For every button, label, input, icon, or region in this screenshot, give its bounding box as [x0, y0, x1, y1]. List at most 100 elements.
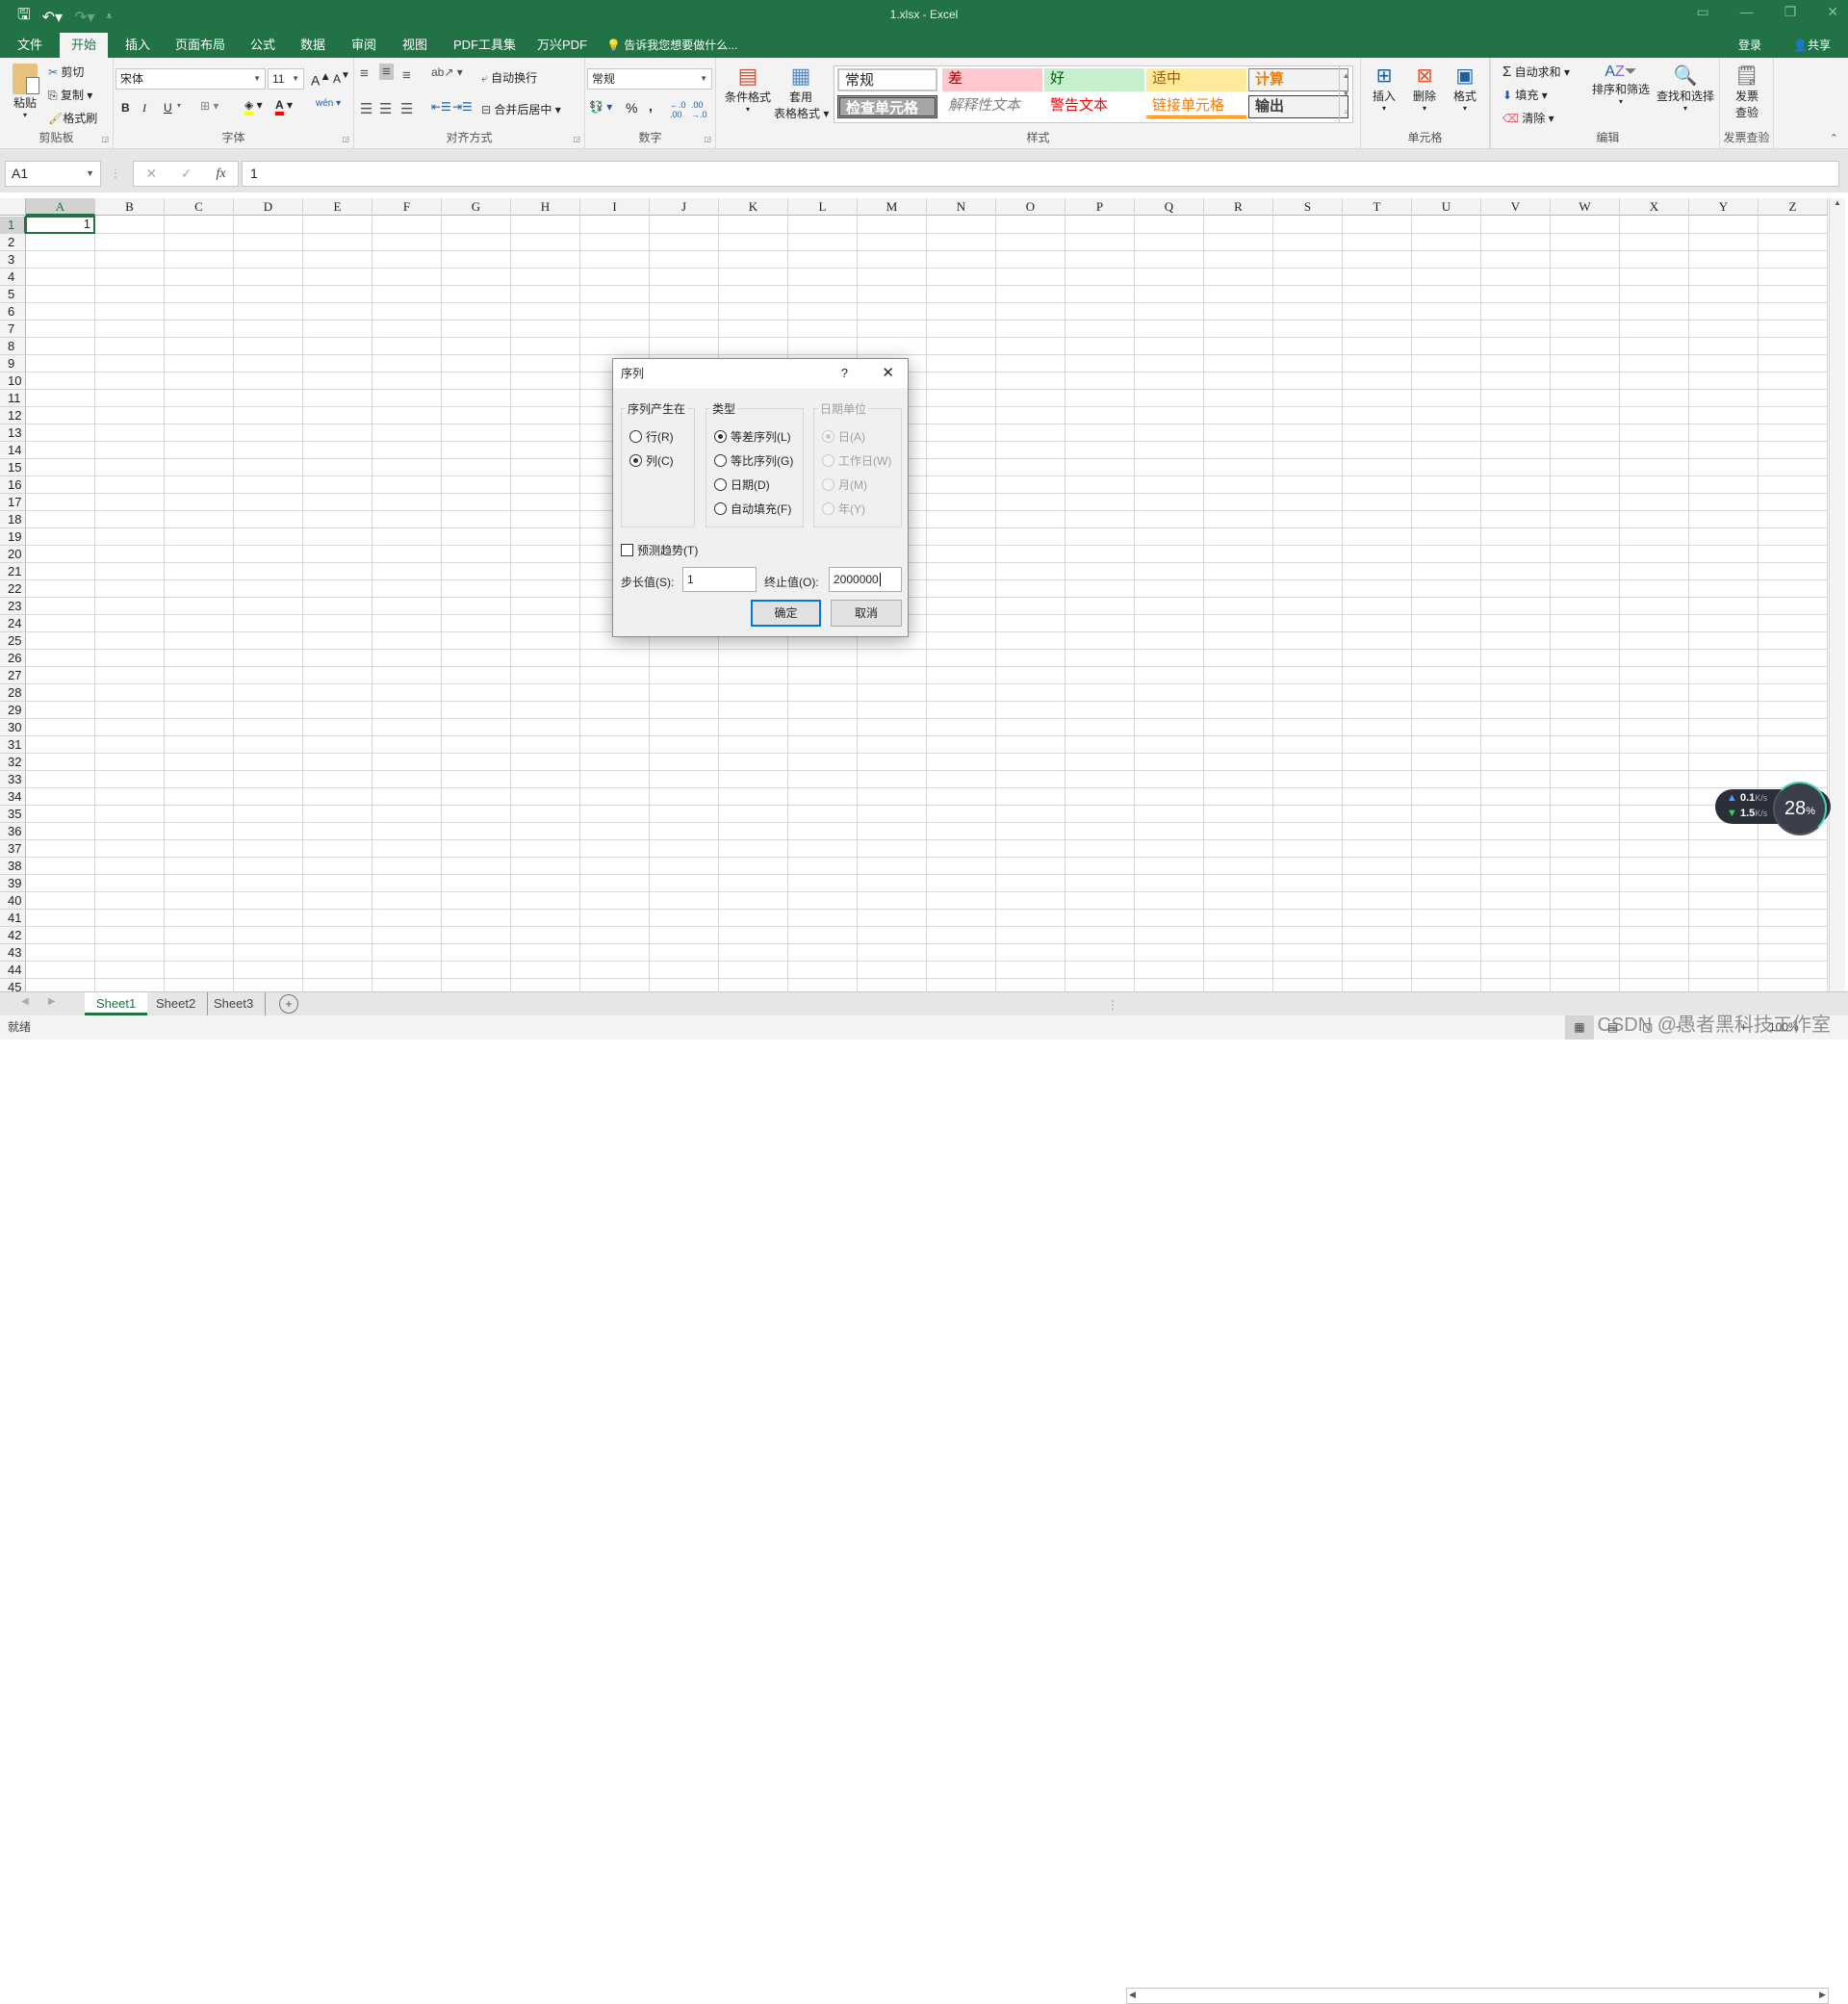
column-header-e[interactable]: E: [303, 198, 372, 216]
style-warning[interactable]: 警告文本: [1044, 95, 1144, 118]
sign-in-link[interactable]: 登录: [1738, 37, 1761, 53]
insert-function-icon[interactable]: fx: [216, 167, 225, 182]
phonetic-button[interactable]: wén ▾: [316, 98, 341, 109]
minimize-icon[interactable]: —: [1740, 4, 1754, 20]
collapse-ribbon-icon[interactable]: ⌃: [1830, 132, 1838, 144]
column-header-x[interactable]: X: [1620, 198, 1689, 216]
radio-month[interactable]: 月(M): [822, 476, 867, 493]
column-header-z[interactable]: Z: [1758, 198, 1828, 216]
format-painter-button[interactable]: 🖌格式刷: [48, 110, 97, 126]
column-header-b[interactable]: B: [95, 198, 165, 216]
column-header-h[interactable]: H: [511, 198, 580, 216]
row-header-32[interactable]: 32: [0, 754, 26, 771]
align-middle-button[interactable]: ≡: [379, 64, 394, 80]
scroll-tabs-right-icon[interactable]: ▶: [48, 996, 56, 1007]
row-header-43[interactable]: 43: [0, 944, 26, 962]
scroll-up-icon[interactable]: ▲: [1830, 198, 1845, 207]
tab-view[interactable]: 视图: [391, 33, 439, 58]
radio-linear[interactable]: 等差序列(L): [714, 428, 791, 445]
column-header-j[interactable]: J: [650, 198, 719, 216]
column-header-r[interactable]: R: [1204, 198, 1273, 216]
style-linked-cell[interactable]: 链接单元格: [1146, 95, 1246, 118]
radio-growth[interactable]: 等比序列(G): [714, 452, 793, 469]
column-header-a[interactable]: A: [26, 198, 95, 216]
wrap-text-button[interactable]: ⤶ 自动换行: [481, 69, 537, 86]
style-neutral[interactable]: 适中: [1146, 68, 1246, 91]
vertical-scrollbar[interactable]: ▲: [1829, 198, 1845, 991]
tab-split-handle-icon[interactable]: ⋮: [1107, 998, 1118, 1012]
row-header-18[interactable]: 18: [0, 511, 26, 528]
tab-data[interactable]: 数据: [289, 33, 337, 58]
ok-button[interactable]: 确定: [751, 600, 821, 627]
row-header-22[interactable]: 22: [0, 580, 26, 598]
percent-button[interactable]: %: [626, 100, 637, 116]
merge-center-button[interactable]: ⊟ 合并后居中 ▾: [481, 101, 561, 117]
sort-filter-button[interactable]: AZ⏷ 排序和筛选 ▾: [1591, 64, 1651, 106]
row-header-40[interactable]: 40: [0, 892, 26, 910]
radio-day[interactable]: 日(A): [822, 428, 865, 445]
row-header-17[interactable]: 17: [0, 494, 26, 511]
column-header-d[interactable]: D: [234, 198, 303, 216]
row-header-39[interactable]: 39: [0, 875, 26, 892]
delete-cells-button[interactable]: ⊠ 删除 ▾: [1407, 64, 1442, 113]
row-header-37[interactable]: 37: [0, 840, 26, 858]
number-launcher-icon[interactable]: ◲: [704, 135, 711, 143]
comma-button[interactable]: ,: [649, 98, 653, 114]
row-header-3[interactable]: 3: [0, 251, 26, 269]
sheet-tab-sheet2[interactable]: Sheet2: [144, 992, 209, 1015]
row-header-13[interactable]: 13: [0, 424, 26, 442]
font-launcher-icon[interactable]: ◲: [342, 135, 349, 143]
invoice-check-button[interactable]: 🗒 发票 查验: [1728, 64, 1766, 120]
scroll-tabs-left-icon[interactable]: ◀: [21, 996, 29, 1007]
trend-checkbox[interactable]: 预测趋势(T): [621, 542, 698, 558]
restore-icon[interactable]: ❐: [1784, 4, 1797, 20]
row-header-11[interactable]: 11: [0, 390, 26, 407]
row-header-31[interactable]: 31: [0, 736, 26, 754]
row-header-16[interactable]: 16: [0, 476, 26, 494]
align-bottom-button[interactable]: ≡: [402, 67, 411, 84]
cancel-button[interactable]: 取消: [831, 600, 902, 627]
style-check-cell[interactable]: 检查单元格: [837, 95, 937, 118]
font-color-button[interactable]: A ▾: [275, 98, 293, 116]
style-good[interactable]: 好: [1044, 68, 1144, 91]
row-header-21[interactable]: 21: [0, 563, 26, 580]
tab-formulas[interactable]: 公式: [239, 33, 287, 58]
scroll-right-icon[interactable]: ▶: [1819, 1990, 1826, 2000]
radio-rows[interactable]: 行(R): [629, 428, 674, 445]
italic-button[interactable]: I: [142, 101, 146, 116]
decrease-font-button[interactable]: A▼: [333, 70, 350, 86]
sheet-tab-sheet1[interactable]: Sheet1: [85, 992, 148, 1015]
align-left-button[interactable]: ☰: [360, 100, 372, 117]
row-header-24[interactable]: 24: [0, 615, 26, 632]
scroll-left-icon[interactable]: ◀: [1129, 1990, 1136, 2000]
step-value-input[interactable]: 1: [682, 567, 757, 592]
autosum-button[interactable]: Σ 自动求和 ▾: [1502, 64, 1570, 80]
accounting-format-button[interactable]: 💱 ▾: [589, 100, 612, 114]
row-header-41[interactable]: 41: [0, 910, 26, 927]
conditional-format-button[interactable]: ▤ 条件格式 ▾: [724, 64, 772, 114]
stop-value-input[interactable]: 2000000: [829, 567, 902, 592]
normal-view-icon[interactable]: ▦: [1565, 1015, 1594, 1040]
row-header-7[interactable]: 7: [0, 321, 26, 338]
row-header-27[interactable]: 27: [0, 667, 26, 684]
row-header-15[interactable]: 15: [0, 459, 26, 476]
column-header-i[interactable]: I: [580, 198, 650, 216]
row-header-34[interactable]: 34: [0, 788, 26, 806]
row-header-23[interactable]: 23: [0, 598, 26, 615]
decrease-indent-button[interactable]: ⇤☰: [431, 100, 451, 114]
copy-button[interactable]: ⎘ 复制 ▾: [48, 87, 92, 103]
row-header-6[interactable]: 6: [0, 303, 26, 321]
row-header-10[interactable]: 10: [0, 373, 26, 390]
row-header-29[interactable]: 29: [0, 702, 26, 719]
align-center-button[interactable]: ☰: [379, 100, 392, 117]
paste-button[interactable]: 粘贴 ▾: [8, 64, 42, 119]
radio-columns[interactable]: 列(C): [629, 452, 674, 469]
tab-file[interactable]: 文件: [6, 33, 54, 58]
underline-dropdown-icon[interactable]: ▾: [177, 101, 181, 110]
increase-indent-button[interactable]: ⇥☰: [452, 100, 473, 114]
row-header-5[interactable]: 5: [0, 286, 26, 303]
row-header-14[interactable]: 14: [0, 442, 26, 459]
fill-color-button[interactable]: ◈ ▾: [244, 98, 263, 116]
help-button[interactable]: ?: [841, 359, 848, 388]
style-normal[interactable]: 常规: [837, 68, 937, 91]
